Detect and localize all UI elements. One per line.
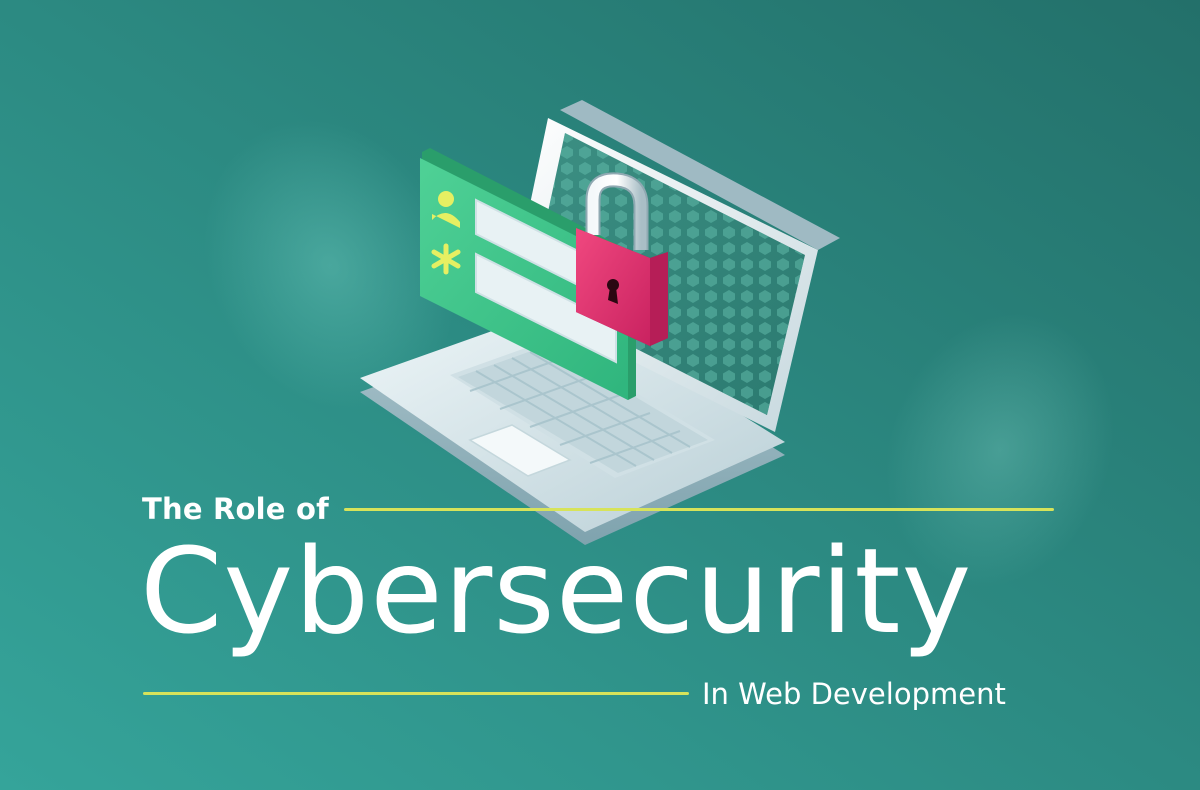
title-block: The Role of Cybersecurity In Web Develop… bbox=[0, 0, 1200, 790]
top-rule bbox=[344, 508, 1054, 511]
banner-canvas: The Role of Cybersecurity In Web Develop… bbox=[0, 0, 1200, 790]
bottom-rule bbox=[143, 692, 689, 695]
title-kicker: The Role of bbox=[142, 492, 329, 526]
title-headline: Cybersecurity bbox=[140, 522, 973, 660]
title-subline: In Web Development bbox=[702, 677, 1006, 711]
